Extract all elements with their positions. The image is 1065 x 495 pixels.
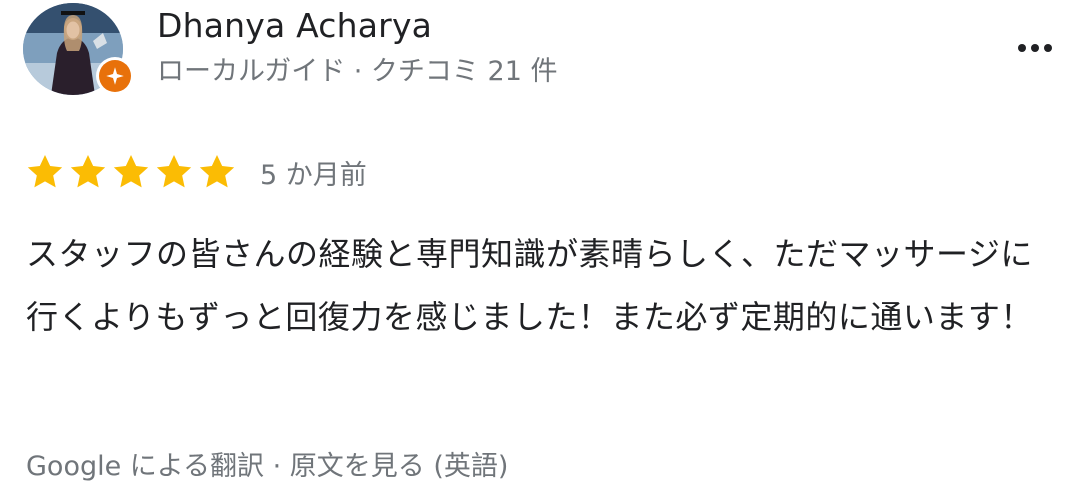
star-icon <box>199 155 235 188</box>
star-rating <box>25 152 240 192</box>
review-card: Dhanya Acharya ローカルガイド · クチコミ 21 件 5 か月前… <box>0 0 1065 495</box>
rating-row: 5 か月前 <box>25 150 367 194</box>
more-dot <box>1031 44 1039 52</box>
more-vert-icon <box>1018 44 1026 52</box>
more-dot <box>1044 44 1052 52</box>
star-icon <box>27 155 63 188</box>
local-guide-star-icon <box>106 67 124 85</box>
reviewer-meta[interactable]: ローカルガイド · クチコミ 21 件 <box>157 51 557 93</box>
star-icon <box>70 155 106 188</box>
star-icon <box>156 155 192 188</box>
translation-row: Google による翻訳 · 原文を見る (英語) <box>26 447 508 487</box>
review-date: 5 か月前 <box>260 159 367 191</box>
local-guide-badge <box>96 57 134 95</box>
reviewer-name[interactable]: Dhanya Acharya <box>157 2 432 50</box>
translated-by-label: Google による翻訳 <box>26 451 264 482</box>
star-icon <box>113 155 149 188</box>
more-options-button[interactable] <box>1005 28 1065 68</box>
view-original-link[interactable]: 原文を見る (英語) <box>290 451 509 482</box>
translation-separator: · <box>263 451 290 482</box>
review-text: スタッフの皆さんの経験と専門知識が素晴らしく、ただマッサージに行くよりもずっと回… <box>26 235 1033 336</box>
